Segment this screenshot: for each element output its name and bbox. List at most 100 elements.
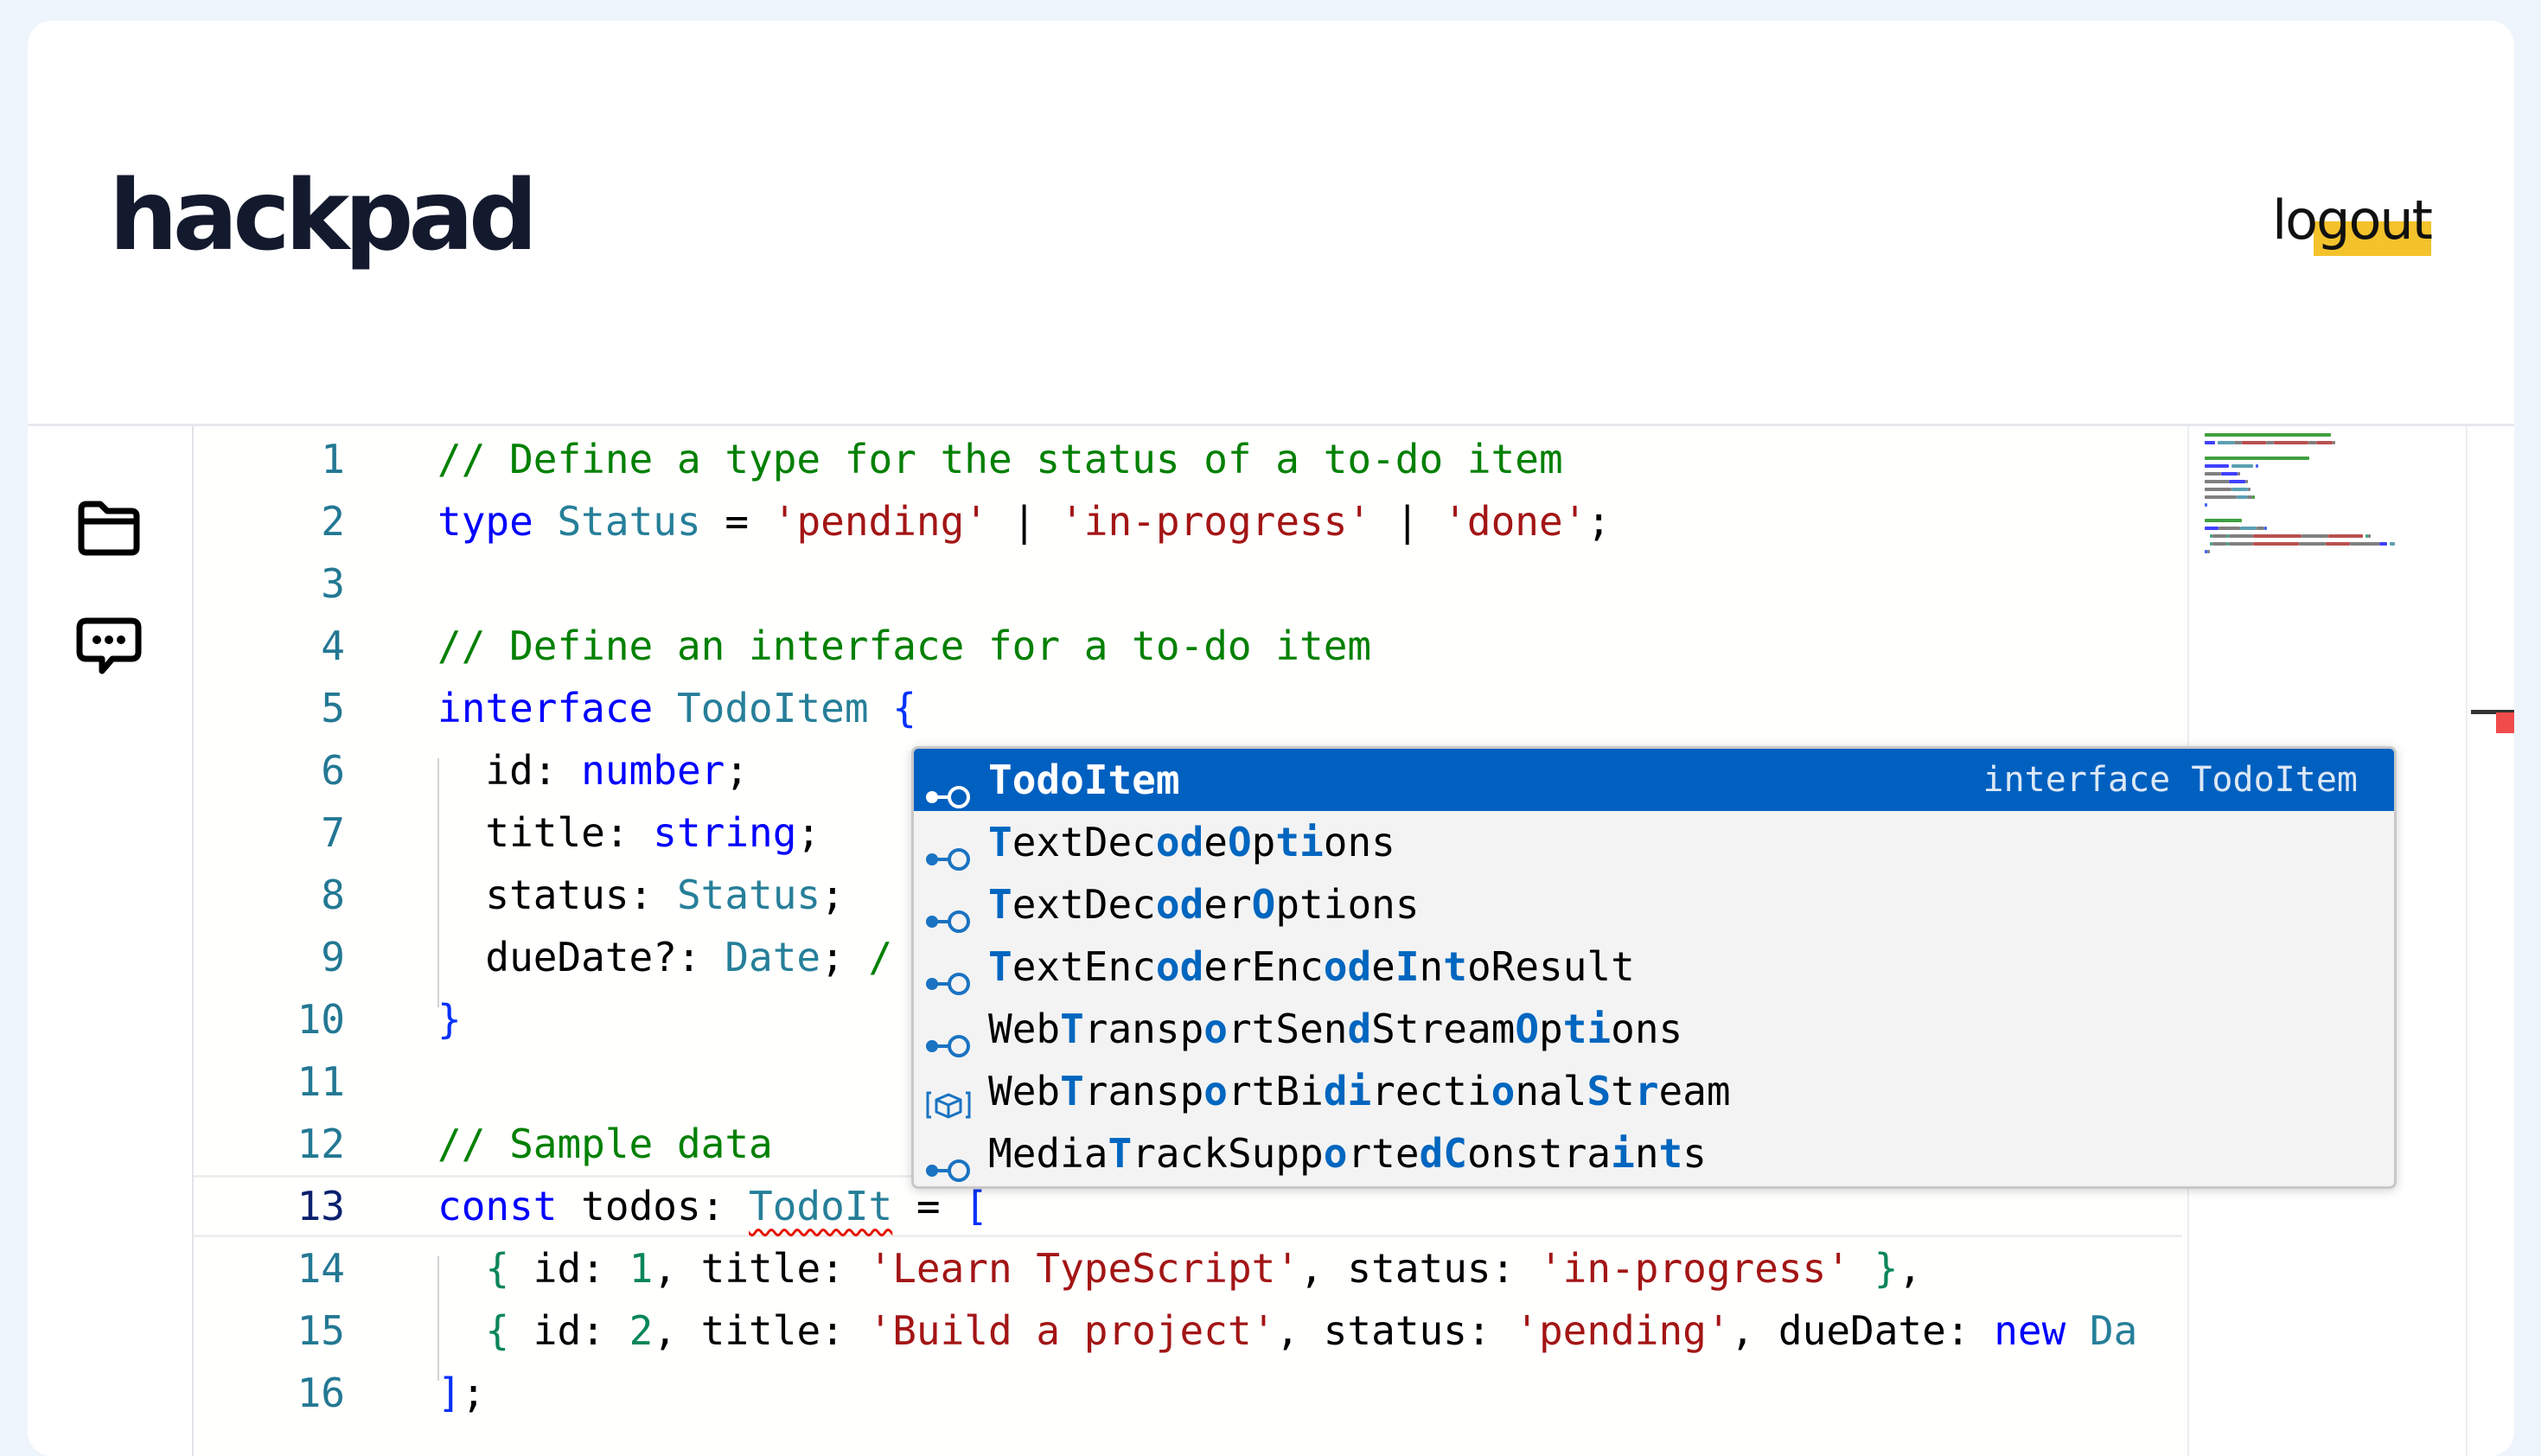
code-token: title: <box>437 809 654 856</box>
minimap-line <box>2302 534 2328 538</box>
code-text[interactable]: type Status = 'pending' | 'in-progress' … <box>437 490 1611 552</box>
minimap-line <box>2229 534 2253 538</box>
line-number: 10 <box>297 996 345 1043</box>
code-line[interactable]: 1 // Define a type for the status of a to… <box>194 428 2182 490</box>
line-number: 12 <box>297 1121 345 1167</box>
minimap-line <box>2218 441 2234 444</box>
suggestion-label: TodoItem <box>988 757 1180 803</box>
code-token: 1 <box>629 1245 654 1292</box>
logout-button[interactable]: logout <box>2272 194 2433 256</box>
interface-icon <box>924 766 973 808</box>
code-token: | <box>1371 498 1444 545</box>
minimap-line <box>2266 441 2274 444</box>
code-text[interactable]: dueDate?: Date; / <box>437 926 892 988</box>
sidebar <box>28 426 194 1456</box>
code-text[interactable]: interface TodoItem { <box>437 677 916 739</box>
minimap-line <box>2237 495 2247 499</box>
chat-icon[interactable] <box>74 612 144 681</box>
logo[interactable]: hackpad <box>109 168 538 265</box>
suggestion-label: WebTransportBidirectionalStream <box>988 1068 1731 1114</box>
code-text[interactable]: } <box>437 988 462 1050</box>
code-token: id: <box>509 1245 629 1292</box>
code-text[interactable]: // Sample data <box>437 1113 773 1175</box>
class-icon <box>924 1076 973 1119</box>
code-text[interactable]: const todos: TodoIt = [ <box>437 1178 988 1235</box>
code-text[interactable]: // Define an interface for a to-do item <box>437 615 1371 677</box>
code-token: = <box>892 1183 965 1229</box>
minimap-line <box>2368 534 2371 538</box>
minimap-line <box>2253 534 2302 538</box>
minimap-line <box>2379 542 2387 546</box>
code-token: id: <box>437 747 582 794</box>
code-token: } <box>1874 1245 1899 1292</box>
minimap-line <box>2257 527 2264 530</box>
suggestion-label: TextDecoderOptions <box>988 881 1420 928</box>
code-token: const <box>437 1183 558 1229</box>
minimap-line <box>2221 472 2238 476</box>
code-text[interactable]: status: Status; <box>437 864 845 926</box>
code-line[interactable]: 15 { id: 2, title: 'Build a project', st… <box>194 1300 2182 1362</box>
code-token: new <box>1994 1307 2066 1354</box>
code-token: { <box>485 1245 510 1292</box>
code-token: 'in-progress' <box>1538 1245 1851 1292</box>
minimap-line <box>2205 457 2309 460</box>
autocomplete-suggest-widget[interactable]: TodoItem interface TodoItem TextDecodeOpti… <box>911 746 2397 1189</box>
minimap-line <box>2333 441 2335 444</box>
minimap-line <box>2229 542 2253 546</box>
suggestion-item[interactable]: TextDecoderOptions <box>914 873 2394 936</box>
code-text[interactable]: { id: 2, title: 'Build a project', statu… <box>437 1300 2137 1362</box>
minimap-line <box>2205 503 2207 507</box>
code-text[interactable]: // Define a type for the status of a to-… <box>437 428 1563 490</box>
code-text[interactable]: title: string; <box>437 801 820 864</box>
code-token: Status <box>557 498 701 545</box>
suggestion-item[interactable]: TextDecodeOptions <box>914 811 2394 873</box>
line-number: 16 <box>297 1370 345 1416</box>
code-token: [ <box>964 1183 989 1229</box>
minimap-line <box>2205 488 2231 491</box>
suggestion-item[interactable]: WebTransportBidirectionalStream <box>914 1060 2394 1122</box>
minimap-line <box>2234 441 2242 444</box>
code-line[interactable]: 5 interface TodoItem { <box>194 677 2182 739</box>
code-line[interactable]: 4 // Define an interface for a to-do item <box>194 615 2182 677</box>
code-token: string <box>653 809 797 856</box>
minimap-line <box>2212 542 2226 546</box>
minimap-line <box>2299 542 2326 546</box>
suggestion-item[interactable]: TodoItem interface TodoItem <box>914 749 2394 811</box>
folder-icon[interactable] <box>74 494 144 563</box>
code-line[interactable]: 14 { id: 1, title: 'Learn TypeScript', s… <box>194 1237 2182 1300</box>
code-token: ; <box>1587 498 1612 545</box>
code-text[interactable]: id: number; <box>437 739 749 801</box>
code-line[interactable]: 3 <box>194 552 2182 615</box>
minimap-line <box>2240 527 2257 530</box>
suggestion-item[interactable]: TextEncoderEncodeIntoResult <box>914 936 2394 998</box>
code-token: / <box>868 934 893 980</box>
code-token: ] <box>437 1370 462 1416</box>
code-token: | <box>988 498 1061 545</box>
code-token: ; <box>820 872 845 918</box>
code-token: , <box>1898 1245 1923 1292</box>
minimap-line <box>2253 542 2299 546</box>
minimap-line <box>2205 472 2221 476</box>
code-token: TodoItem <box>676 685 869 731</box>
suggestion-item[interactable]: MediaTrackSupportedConstraints <box>914 1122 2394 1185</box>
code-line[interactable]: 2 type Status = 'pending' | 'in-progress'… <box>194 490 2182 552</box>
scrollbar-error-marker <box>2496 712 2514 733</box>
header: hackpad logout <box>28 21 2514 426</box>
minimap-line <box>2242 441 2266 444</box>
code-token: , title: <box>653 1245 869 1292</box>
code-text[interactable]: { id: 1, title: 'Learn TypeScript', stat… <box>437 1237 1922 1300</box>
code-text[interactable]: ]; <box>437 1362 485 1424</box>
minimap-line <box>2274 441 2308 444</box>
line-number: 7 <box>321 809 345 856</box>
line-number: 13 <box>297 1183 345 1229</box>
logout-label: logout <box>2271 188 2433 252</box>
code-line[interactable]: 16]; <box>194 1362 2182 1424</box>
code-token: dueDate?: <box>437 934 725 980</box>
suggestion-item[interactable]: WebTransportSendStreamOptions <box>914 998 2394 1060</box>
code-token: 'done' <box>1443 498 1587 545</box>
code-token: 2 <box>629 1307 654 1354</box>
minimap-line <box>2205 480 2229 483</box>
